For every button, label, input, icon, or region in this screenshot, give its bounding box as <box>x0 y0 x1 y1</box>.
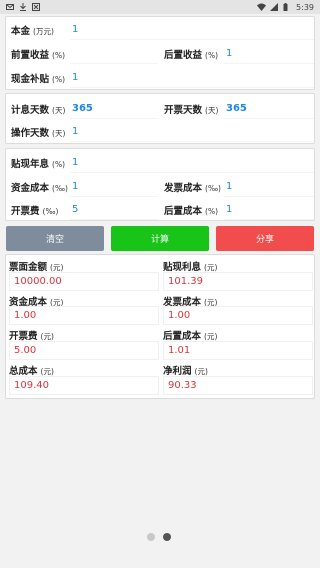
box-icon <box>32 3 40 11</box>
invoice-fee-value: 5.00 <box>9 341 159 360</box>
back-yield-input[interactable]: 1 <box>224 44 314 64</box>
discount-rate-input[interactable]: 1 <box>70 153 314 173</box>
principal-input[interactable]: 1 <box>70 20 314 40</box>
principal-label: 本金 (万元) <box>11 26 54 37</box>
back-cost-input[interactable]: 1 <box>224 200 314 220</box>
operation-days-label: 操作天数 (天) <box>11 128 66 139</box>
capital-cost-label: 资金成本 (‰) <box>11 183 68 194</box>
status-time: 5:39 <box>296 2 314 12</box>
invoice-days-label: 开票天数 (天) <box>164 105 219 116</box>
cash-subsidy-label: 现金补贴 (%) <box>11 74 65 85</box>
capital-cost-value: 1.00 <box>9 306 159 325</box>
battery-icon <box>283 3 291 11</box>
interest-days-label: 计息天数 (天) <box>11 105 66 116</box>
status-left <box>6 3 40 11</box>
download-icon <box>19 3 27 11</box>
invoice-cost-value: 1.00 <box>163 306 313 325</box>
back-cost-result-label: 后置成本 (元) <box>163 331 218 342</box>
discount-rate-label: 贴现年息 (%) <box>11 159 65 170</box>
face-amount-value: 10000.00 <box>9 272 159 291</box>
signal-icon <box>270 3 279 11</box>
back-yield-label: 后置收益 (%) <box>164 50 218 61</box>
total-cost-value: 109.40 <box>9 376 159 395</box>
operation-days-input[interactable]: 1 <box>70 122 314 142</box>
invoice-fee-label: 开票费 (‰) <box>11 206 59 217</box>
mail-icon <box>6 3 14 11</box>
clear-button[interactable]: 清空 <box>6 226 104 251</box>
discount-interest-label: 贴现利息 (元) <box>163 262 218 273</box>
status-bar: 5:39 <box>0 0 320 14</box>
back-cost-value: 1.01 <box>163 341 313 360</box>
status-right: 5:39 <box>257 3 314 12</box>
interest-days-input[interactable]: 365 <box>70 99 158 119</box>
invoice-cost-input[interactable]: 1 <box>224 177 314 197</box>
invoice-days-input[interactable]: 365 <box>224 99 314 119</box>
invoice-cost-label: 发票成本 (‰) <box>164 183 221 194</box>
net-profit-value: 90.33 <box>163 376 313 395</box>
capital-cost-input[interactable]: 1 <box>70 177 158 197</box>
front-yield-label: 前置收益 (%) <box>11 50 65 61</box>
wifi-icon <box>257 3 267 11</box>
page-dot-1[interactable] <box>147 533 155 541</box>
cash-subsidy-input[interactable]: 1 <box>70 68 314 88</box>
calculate-button[interactable]: 计算 <box>111 226 209 251</box>
discount-interest-value: 101.39 <box>163 272 313 291</box>
invoice-fee-result-label: 开票费 (元) <box>9 331 54 342</box>
front-yield-input[interactable] <box>70 44 158 64</box>
total-cost-label: 总成本 (元) <box>9 366 54 377</box>
invoice-fee-input[interactable]: 5 <box>70 200 158 220</box>
section-days: 计息天数 (天) 365 开票天数 (天) 365 操作天数 (天) 1 <box>5 93 315 144</box>
page-indicator <box>147 533 171 541</box>
share-button[interactable]: 分享 <box>216 226 314 251</box>
page-dot-2[interactable] <box>163 533 171 541</box>
results-panel: 票面金额 (元) 10000.00 贴现利息 (元) 101.39 资金成本 (元) … <box>5 254 315 399</box>
net-profit-label: 净利润 (元) <box>163 366 208 377</box>
face-amount-label: 票面金额 (元) <box>9 262 64 273</box>
back-cost-label: 后置成本 (%) <box>164 206 218 217</box>
section-basic: 本金 (万元) 1 前置收益 (%) 后置收益 (%) 1 现金补贴 (%) 1 <box>5 16 315 90</box>
section-costs: 贴现年息 (%) 1 资金成本 (‰) 1 发票成本 (‰) 1 开票费 (‰) 5 后… <box>5 148 315 221</box>
